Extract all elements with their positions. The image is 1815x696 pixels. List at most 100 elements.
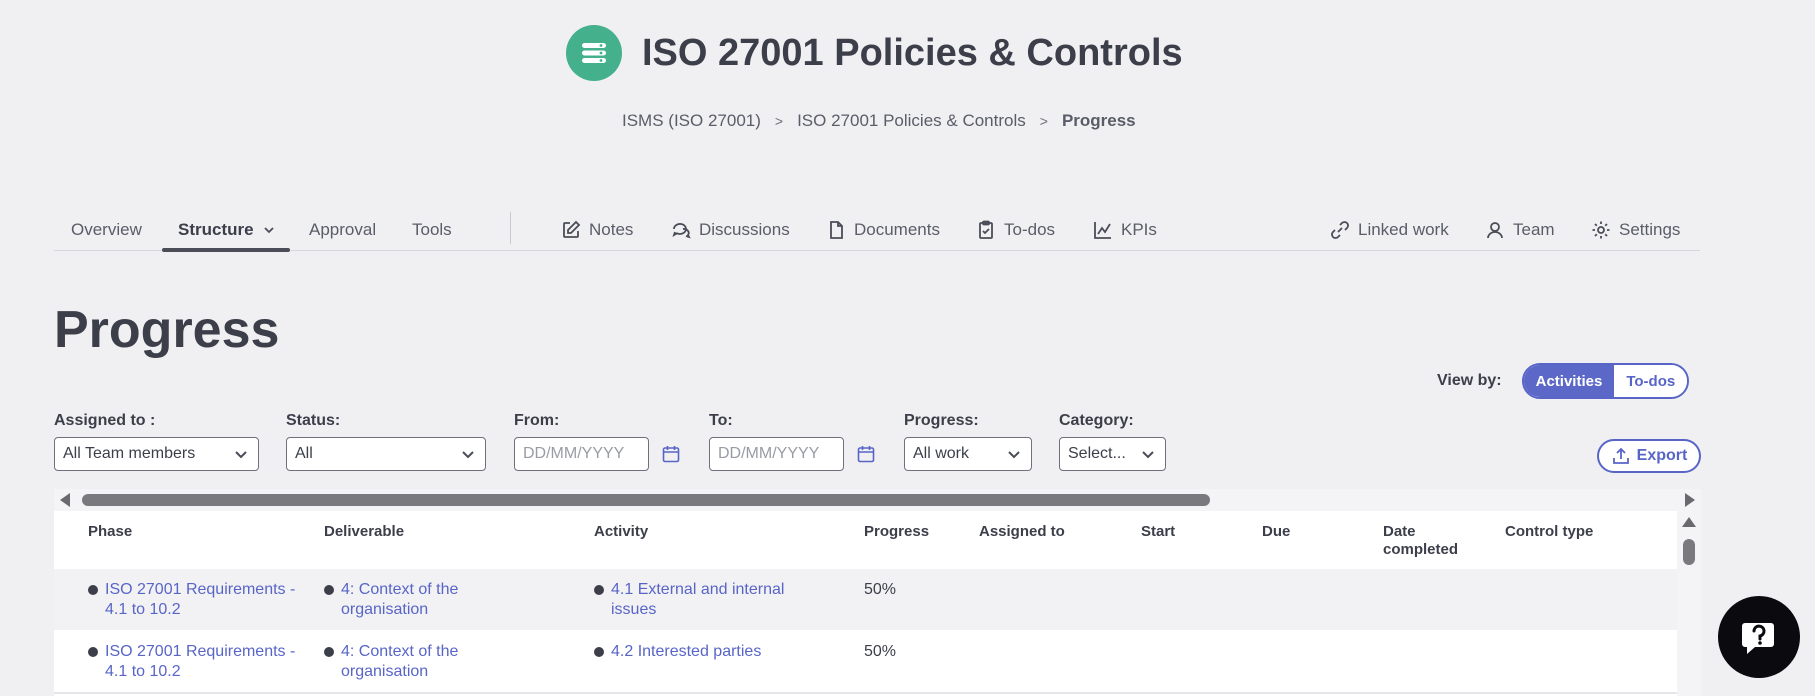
vertical-scroll-thumb[interactable] (1683, 539, 1695, 565)
deliverable-cell[interactable]: 4: Context of the organisation (324, 580, 494, 620)
tab-label: Documents (854, 220, 940, 239)
column-header-progress[interactable]: Progress (864, 523, 929, 541)
filter-from-label: From: (514, 412, 560, 429)
scroll-up-icon[interactable] (1682, 517, 1696, 527)
export-label: Export (1636, 447, 1688, 464)
activity-cell[interactable]: 4.1 External and internal issues (594, 580, 804, 620)
tab-label: Team (1513, 220, 1555, 239)
filter-status-label: Status: (286, 412, 341, 429)
tab-settings[interactable]: Settings (1591, 210, 1680, 250)
app-logo-icon (566, 25, 622, 81)
deliverable-cell[interactable]: 4: Context of the organisation (324, 642, 494, 682)
column-header-control-type[interactable]: Control type (1505, 523, 1593, 541)
phase-link[interactable]: ISO 27001 Requirements - 4.1 to 10.2 (105, 642, 303, 682)
column-header-deliverable[interactable]: Deliverable (324, 523, 404, 541)
column-header-assigned[interactable]: Assigned to (979, 523, 1065, 541)
column-header-phase[interactable]: Phase (88, 523, 132, 541)
filter-from: From: DD/MM/YYYY (514, 412, 681, 471)
table-row: ISO 27001 Requirements - 4.1 to 10.2 4: … (54, 631, 1677, 694)
tab-overview[interactable]: Overview (71, 210, 142, 250)
tab-kpis[interactable]: KPIs (1093, 210, 1157, 250)
activity-link[interactable]: 4.2 Interested parties (611, 642, 761, 662)
tab-notes[interactable]: Notes (561, 210, 633, 250)
deliverable-link[interactable]: 4: Context of the organisation (341, 580, 494, 620)
view-by-toggle: Activities To-dos (1521, 363, 1690, 399)
category-select[interactable]: Select... (1059, 437, 1166, 471)
vertical-scrollbar[interactable] (1677, 511, 1701, 696)
deliverable-link[interactable]: 4: Context of the organisation (341, 642, 494, 682)
bullet-icon (324, 585, 334, 595)
progress-select[interactable]: All work (904, 437, 1032, 471)
tab-label: KPIs (1121, 220, 1157, 239)
scroll-left-icon[interactable] (60, 493, 70, 507)
bullet-icon (324, 647, 334, 657)
tab-divider (510, 212, 511, 244)
tab-tools[interactable]: Tools (412, 210, 452, 250)
tab-documents[interactable]: Documents (826, 210, 940, 250)
chevron-down-icon (235, 451, 247, 459)
column-header-start[interactable]: Start (1141, 523, 1175, 541)
gear-icon (1592, 221, 1610, 239)
scroll-right-icon[interactable] (1685, 493, 1695, 507)
phase-link[interactable]: ISO 27001 Requirements - 4.1 to 10.2 (105, 580, 303, 620)
tab-discussions[interactable]: Discussions (671, 210, 790, 250)
pencil-note-icon (563, 220, 581, 238)
view-activities-button[interactable]: Activities (1523, 365, 1615, 397)
breadcrumb-isms[interactable]: ISMS (ISO 27001) (622, 111, 761, 131)
tab-label: Discussions (699, 220, 790, 239)
tab-label: Overview (71, 220, 142, 239)
filter-status: Status: All (286, 412, 486, 471)
tab-structure[interactable]: Structure (162, 210, 290, 252)
progress-cell: 50% (864, 581, 897, 598)
tab-linked-work[interactable]: Linked work (1330, 210, 1449, 250)
breadcrumb-policies[interactable]: ISO 27001 Policies & Controls (797, 111, 1026, 131)
upload-icon (1612, 447, 1629, 464)
phase-cell[interactable]: ISO 27001 Requirements - 4.1 to 10.2 (88, 580, 303, 620)
filter-to-label: To: (709, 412, 733, 429)
view-by: View by: Activities To-dos (1437, 363, 1690, 399)
breadcrumb-current: Progress (1061, 111, 1136, 130)
export-button[interactable]: Export (1597, 439, 1701, 473)
progress-cell: 50% (864, 643, 897, 660)
progress-table: Phase Deliverable Activity Progress Assi… (54, 489, 1701, 696)
filter-to: To: DD/MM/YYYY (709, 412, 876, 471)
to-date-input[interactable]: DD/MM/YYYY (709, 437, 844, 471)
assigned-select[interactable]: All Team members (54, 437, 259, 471)
help-chat-icon (1742, 623, 1774, 654)
column-header-date-completed[interactable]: Date completed (1383, 523, 1473, 559)
chevron-down-icon (263, 227, 274, 234)
title-row: ISO 27001 Policies & Controls (566, 25, 1183, 81)
category-value: Select... (1068, 445, 1126, 462)
discussion-icon (672, 223, 691, 239)
chevron-down-icon (1142, 451, 1154, 459)
tab-label: Approval (309, 220, 377, 239)
table-row: ISO 27001 Requirements - 4.1 to 10.2 4: … (54, 569, 1677, 630)
calendar-icon[interactable] (661, 444, 681, 464)
filter-assigned-label: Assigned to : (54, 412, 156, 429)
column-header-activity[interactable]: Activity (594, 523, 648, 541)
horizontal-scroll-thumb[interactable] (82, 494, 1210, 506)
bullet-icon (88, 585, 98, 595)
tab-todos[interactable]: To-dos (976, 210, 1055, 250)
bullet-icon (594, 585, 604, 595)
status-select[interactable]: All (286, 437, 486, 471)
column-header-due[interactable]: Due (1262, 523, 1290, 541)
from-date-input[interactable]: DD/MM/YYYY (514, 437, 649, 471)
activity-cell[interactable]: 4.2 Interested parties (594, 642, 804, 662)
horizontal-scrollbar[interactable] (54, 489, 1701, 511)
tab-team[interactable]: Team (1485, 210, 1555, 250)
tab-approval[interactable]: Approval (309, 210, 376, 250)
tab-bar: Overview Structure Approval Tools Notes … (54, 210, 1700, 252)
activity-link[interactable]: 4.1 External and internal issues (611, 580, 804, 620)
help-chat-button[interactable] (1718, 596, 1800, 678)
view-by-label: View by: (1437, 372, 1502, 389)
link-icon (1331, 221, 1349, 239)
phase-cell[interactable]: ISO 27001 Requirements - 4.1 to 10.2 (88, 642, 303, 682)
view-todos-button[interactable]: To-dos (1614, 365, 1688, 397)
filter-category-label: Category: (1059, 412, 1134, 429)
document-icon (830, 221, 843, 239)
calendar-icon[interactable] (856, 444, 876, 464)
bullet-icon (594, 647, 604, 657)
chevron-down-icon (462, 451, 474, 459)
app-title: ISO 27001 Policies & Controls (642, 31, 1183, 74)
